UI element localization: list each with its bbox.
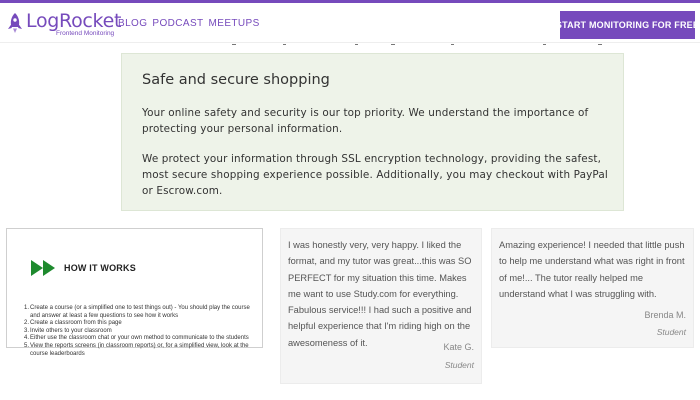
testimonial-card: I was honestly very, very happy. I liked… <box>280 228 482 384</box>
list-item: 5. View the reports screens (in classroom… <box>24 342 249 357</box>
start-monitoring-button[interactable]: START MONITORING FOR FREE <box>556 11 699 39</box>
cut-off-text-row <box>0 44 700 47</box>
list-item: 2. Create a classroom from this page <box>24 320 122 327</box>
testimonial-role: Student <box>444 360 474 370</box>
testimonial-author: Kate G. <box>443 342 474 352</box>
list-item: 1. Create a course (or a simplified one t… <box>24 305 250 319</box>
secure-shopping-panel: Safe and secure shopping Your online saf… <box>121 53 624 211</box>
logo[interactable]: LogRocket Frontend Monitoring <box>6 10 121 38</box>
how-it-works-card: HOW IT WORKS 1. Create a course (or a sim… <box>6 228 263 357</box>
list-item: 4. Either use the classroom chat or your … <box>24 335 249 342</box>
security-paragraph-1: Your online safety and security is our t… <box>142 107 589 135</box>
security-paragraph-2: We protect your information through SSL … <box>142 153 608 197</box>
main-nav: BLOG PODCAST MEETUPS <box>118 18 260 29</box>
nav-link-meetups[interactable]: MEETUPS <box>209 18 260 29</box>
nav-link-podcast[interactable]: PODCAST <box>152 18 203 29</box>
double-play-icon <box>31 260 55 276</box>
steps-list: 1. Create a course (or a simplified one t… <box>24 305 260 358</box>
testimonial-role: Student <box>656 327 686 337</box>
how-it-works-title: HOW IT WORKS <box>64 263 136 273</box>
nav-link-blog[interactable]: BLOG <box>118 18 147 29</box>
list-item: 3. Invite others to your classroom <box>24 327 112 334</box>
logo-subtitle: Frontend Monitoring <box>56 30 115 37</box>
logo-name: LogRocket <box>26 10 122 32</box>
secure-shopping-title: Safe and secure shopping <box>142 72 330 88</box>
testimonial-card: Amazing experience! I needed that little… <box>491 228 694 348</box>
testimonial-quote: Amazing experience! I needed that little… <box>499 240 685 299</box>
site-header: LogRocket Frontend Monitoring BLOG PODCA… <box>0 3 700 43</box>
testimonial-author: Brenda M. <box>644 310 686 320</box>
testimonial-quote: I was honestly very, very happy. I liked… <box>288 240 472 348</box>
rocket-logo-icon <box>8 13 22 33</box>
